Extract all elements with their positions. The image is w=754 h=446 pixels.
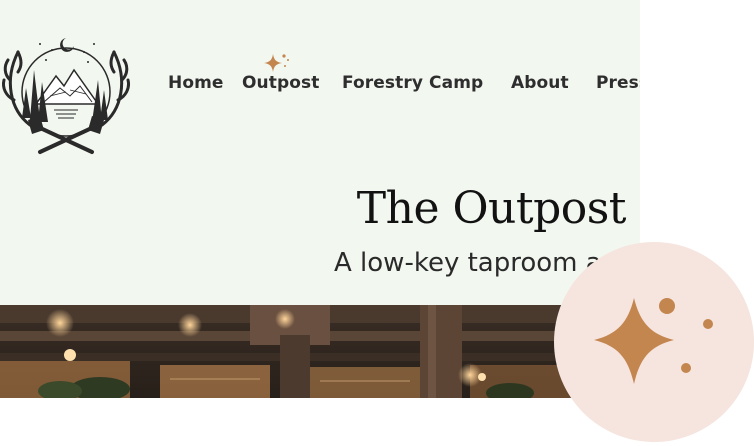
- main-nav: Home Outpost Forestry Camp About Press: [0, 73, 640, 97]
- sparkle-badge: [554, 242, 754, 442]
- page-title: The Outpost: [356, 183, 627, 234]
- nav-link-outpost[interactable]: Outpost: [242, 73, 319, 93]
- nav-link-press[interactable]: Press: [596, 73, 640, 93]
- sparkle-icon: [594, 298, 713, 384]
- nav-link-forestry-camp[interactable]: Forestry Camp: [342, 73, 483, 93]
- page: Home Outpost Forestry Camp About Press T…: [0, 0, 640, 442]
- nav-link-home[interactable]: Home: [168, 73, 224, 93]
- nav-link-about[interactable]: About: [511, 73, 569, 93]
- sparkle-icon: [264, 54, 289, 72]
